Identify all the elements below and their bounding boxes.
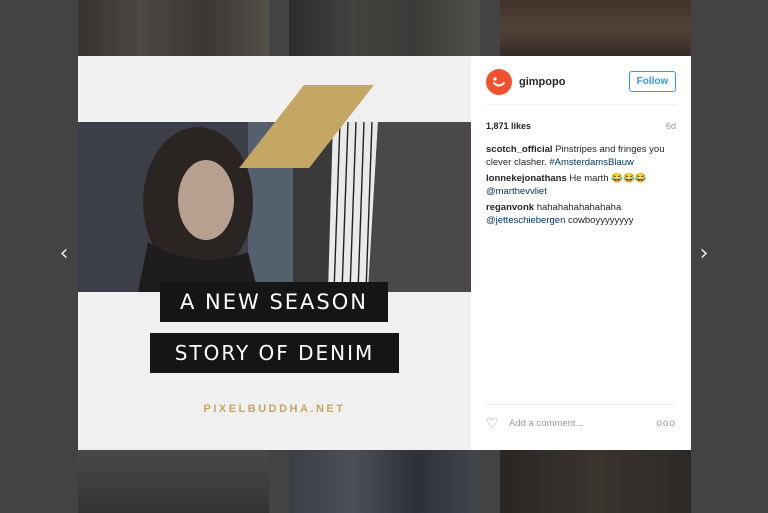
mention-link[interactable]: @jetteschiebergen bbox=[486, 215, 565, 226]
chevron-right-icon[interactable]: › bbox=[694, 240, 714, 268]
comment-username[interactable]: reganvonk bbox=[486, 202, 534, 213]
comment: lonnekejonathans He marth 😂😂😂 @marthevvl… bbox=[486, 173, 676, 198]
comment: reganvonk hahahahahahahaha @jetteschiebe… bbox=[486, 202, 676, 227]
post-age[interactable]: 6d bbox=[666, 121, 676, 131]
hashtag-link[interactable]: #AmsterdamsBlauw bbox=[549, 157, 633, 168]
username-link[interactable]: gimpopo bbox=[519, 76, 565, 88]
comment-username[interactable]: lonnekejonathans bbox=[486, 173, 567, 184]
post-image: A NEW SEASON STORY OF DENIM PIXELBUDDHA.… bbox=[78, 56, 471, 450]
add-comment-input[interactable]: Add a comment... bbox=[509, 418, 583, 429]
comment-text: cowboyyyyyyyy bbox=[568, 214, 634, 226]
headline-line-2: STORY OF DENIM bbox=[150, 333, 399, 373]
comment-text: He marth bbox=[569, 173, 609, 184]
comment-text: hahahahahahahaha bbox=[536, 202, 622, 213]
post-modal: A NEW SEASON STORY OF DENIM PIXELBUDDHA.… bbox=[78, 56, 691, 450]
mention-link[interactable]: @marthevvliet bbox=[486, 186, 547, 197]
avatar[interactable] bbox=[486, 69, 512, 95]
likes-row: 1,871 likes 6d bbox=[486, 121, 676, 135]
brand-url: PIXELBUDDHA.NET bbox=[203, 403, 346, 415]
headline-line-1: A NEW SEASON bbox=[160, 282, 388, 322]
chevron-left-icon[interactable]: ‹ bbox=[54, 240, 74, 268]
post-sidebar: gimpopo Follow 1,871 likes 6d scotch_off… bbox=[471, 56, 691, 450]
emoji-group: 😂😂😂 bbox=[611, 173, 647, 184]
follow-button[interactable]: Follow bbox=[629, 71, 676, 92]
comments-list: scotch_official Pinstripes and fringes y… bbox=[486, 144, 676, 231]
more-options-icon[interactable]: ooo bbox=[656, 418, 676, 429]
likes-count[interactable]: 1,871 likes bbox=[486, 121, 531, 131]
comment-username[interactable]: scotch_official bbox=[486, 144, 553, 155]
heart-icon[interactable]: ♡ bbox=[486, 417, 501, 431]
comment: scotch_official Pinstripes and fringes y… bbox=[486, 144, 676, 169]
post-footer: ♡ Add a comment... ooo bbox=[486, 404, 676, 432]
post-header: gimpopo Follow bbox=[486, 69, 676, 105]
smile-logo-icon bbox=[493, 77, 505, 87]
